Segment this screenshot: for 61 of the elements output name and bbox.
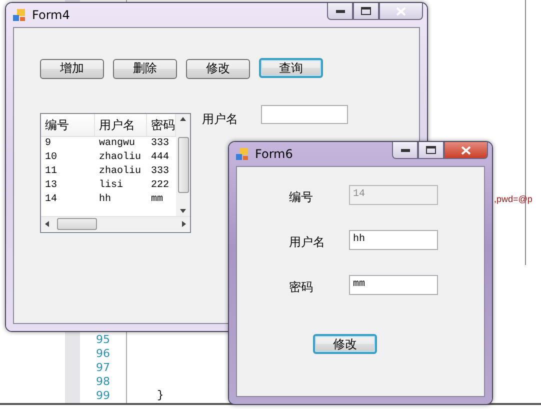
maximize-icon	[361, 7, 371, 15]
table-cell-text: 10	[44, 150, 58, 164]
table-cell-text: 13	[44, 178, 58, 192]
username-field[interactable]	[261, 104, 348, 124]
close-icon	[461, 146, 471, 154]
scroll-thumb[interactable]	[57, 218, 97, 230]
maximize-icon	[426, 146, 436, 154]
maximize-button[interactable]	[353, 3, 379, 20]
table-cell-text: 9	[44, 136, 52, 150]
close-button[interactable]	[379, 3, 423, 20]
line-number: 98	[96, 375, 110, 389]
code-text: ,pwd=@p	[494, 194, 532, 204]
table-cell-text: 333	[150, 136, 170, 150]
column-header[interactable]: 用户名	[95, 114, 147, 136]
table-cell-text: 444	[150, 150, 170, 164]
table-cell-text: zhaoliu	[98, 150, 142, 164]
minimize-icon	[400, 148, 410, 152]
field-label: 编号	[289, 189, 314, 206]
scroll-up-icon	[180, 116, 186, 120]
action-button[interactable]: 修改	[313, 334, 377, 354]
action-button[interactable]: 查询	[259, 58, 323, 78]
table-cell-text: wangwu	[98, 136, 136, 150]
maximize-button[interactable]	[418, 142, 444, 159]
vertical-scrollbar[interactable]	[176, 114, 190, 216]
table-cell-text: mm	[150, 192, 164, 206]
close-icon	[396, 6, 406, 16]
minimize-button[interactable]	[327, 3, 353, 20]
table-cell-text: zhaoliu	[98, 164, 142, 178]
field-label: 用户名	[289, 234, 326, 251]
minimize-icon	[336, 9, 344, 13]
action-button[interactable]: 增加	[40, 58, 104, 78]
minimize-button[interactable]	[392, 142, 418, 159]
scroll-thumb[interactable]	[178, 136, 188, 192]
line-number: 96	[96, 347, 110, 361]
field-label: 密码	[289, 279, 314, 296]
user-list[interactable]: 编号 用户名 密码 9 wangwu 333 10 zhaoliu 444 11 zhaoliu 333 13 lisi 222 14 hh mm	[40, 112, 191, 232]
table-cell-text: 11	[44, 164, 58, 178]
scroll-down-icon	[180, 208, 186, 212]
table-cell-text: 14	[44, 192, 58, 206]
app-icon	[235, 147, 249, 161]
column-header[interactable]: 编号	[41, 114, 95, 136]
field-label: 用户名	[202, 110, 239, 128]
table-cell-text: 222	[150, 178, 170, 192]
code-line: }	[157, 389, 165, 403]
horizontal-scrollbar[interactable]	[41, 216, 190, 230]
app-icon	[12, 8, 26, 22]
scroll-right-icon	[182, 220, 186, 226]
text-field[interactable]: mm	[349, 274, 438, 294]
window-title: Form4	[32, 8, 70, 22]
action-button[interactable]: 修改	[186, 58, 250, 78]
text-field[interactable]: hh	[349, 230, 438, 250]
table-cell-text: 333	[150, 164, 170, 178]
action-button[interactable]: 删除	[113, 58, 177, 78]
line-number: 99	[96, 389, 110, 403]
scroll-left-icon	[45, 220, 49, 226]
line-number: 97	[96, 361, 110, 375]
table-cell-text: lisi	[98, 178, 124, 192]
window-title: Form6	[255, 147, 293, 161]
close-button[interactable]	[444, 142, 488, 159]
table-cell-text: hh	[98, 192, 112, 206]
line-number: 95	[96, 333, 110, 347]
